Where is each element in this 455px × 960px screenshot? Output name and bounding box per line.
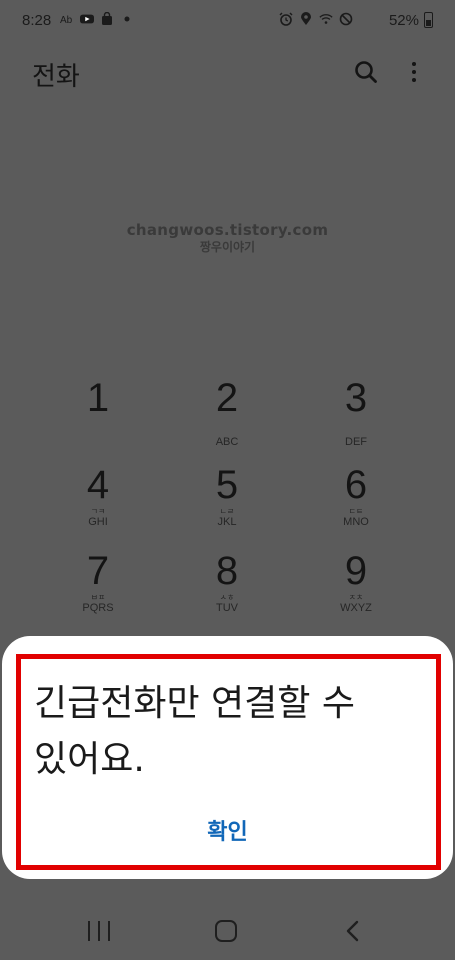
- key-letters: GHI: [88, 516, 108, 528]
- do-not-disturb-icon: [339, 11, 353, 27]
- recents-line: [98, 921, 100, 941]
- key-digit: 5: [215, 463, 239, 507]
- key-korean: ㅂㅍ: [90, 593, 106, 602]
- key-3[interactable]: 3 DEF: [301, 377, 411, 448]
- dialog-message: 긴급전화만 연결할 수 있어요.: [34, 676, 414, 788]
- key-letters: DEF: [345, 436, 367, 448]
- key-digit: 1: [86, 376, 110, 420]
- back-icon[interactable]: [345, 920, 361, 942]
- more-options-icon: [412, 62, 416, 66]
- key-7[interactable]: 7 ㅂㅍ PQRS: [43, 550, 153, 614]
- key-digit: 8: [215, 549, 239, 593]
- page-title: 전화: [32, 62, 80, 92]
- key-9[interactable]: 9 ㅈㅊ WXYZ: [301, 550, 411, 614]
- svg-text:Ab: Ab: [60, 15, 73, 25]
- key-digit: 6: [344, 463, 368, 507]
- home-icon[interactable]: [215, 920, 237, 942]
- key-letters: ABC: [215, 436, 239, 448]
- key-letters: TUV: [216, 602, 238, 614]
- location-icon: [299, 11, 313, 27]
- key-korean: ㄷㅌ: [348, 507, 364, 516]
- key-letters: PQRS: [82, 602, 114, 614]
- watermark-url: changwoos.tistory.com: [126, 221, 329, 239]
- key-digit: 4: [86, 463, 110, 507]
- alarm-icon: [279, 11, 293, 27]
- status-notification-icons: Ab: [60, 11, 134, 27]
- key-6[interactable]: 6 ㄷㅌ MNO: [301, 464, 411, 528]
- wifi-icon: [319, 11, 333, 27]
- key-korean: ㅈㅊ: [348, 593, 364, 602]
- youtube-icon: [80, 11, 94, 27]
- search-button[interactable]: [352, 58, 380, 86]
- recents-icon[interactable]: [88, 921, 110, 941]
- dialog-message-line-1: 긴급전화만 연결할 수: [34, 683, 355, 724]
- key-digit: 9: [344, 549, 368, 593]
- more-options-button[interactable]: [402, 58, 426, 86]
- recents-line: [108, 921, 110, 941]
- key-8[interactable]: 8 ㅅㅎ TUV: [172, 550, 282, 614]
- watermark-name: 짱우이야기: [199, 240, 256, 254]
- dot-icon: [120, 11, 134, 27]
- key-digit: 3: [344, 376, 368, 420]
- navigation-bar: [0, 900, 455, 960]
- status-time: 8:28: [22, 12, 52, 29]
- key-letters: WXYZ: [340, 602, 372, 614]
- battery-percent: 52%: [388, 12, 419, 29]
- app-bar: 전화: [0, 48, 455, 98]
- shopping-bag-icon: [100, 11, 114, 27]
- key-2[interactable]: 2 ABC: [172, 377, 282, 448]
- key-korean: ㄴㄹ: [219, 507, 235, 516]
- emergency-only-dialog: 긴급전화만 연결할 수 있어요. 확인: [2, 636, 453, 879]
- more-options-dot: [412, 78, 416, 82]
- search-icon: [355, 61, 377, 83]
- more-options-dot: [412, 70, 416, 74]
- key-4[interactable]: 4 ㄱㅋ GHI: [43, 464, 153, 528]
- key-1[interactable]: 1: [43, 377, 153, 419]
- key-korean: ㅅㅎ: [219, 593, 235, 602]
- notification-a-icon: Ab: [60, 11, 74, 27]
- key-letters: MNO: [343, 516, 369, 528]
- key-5[interactable]: 5 ㄴㄹ JKL: [172, 464, 282, 528]
- key-korean: ㄱㅋ: [90, 507, 106, 516]
- battery-icon: [424, 12, 433, 28]
- key-letters: JKL: [217, 516, 237, 528]
- key-digit: 7: [86, 549, 110, 593]
- status-bar: 8:28 Ab 52%: [0, 0, 455, 42]
- key-digit: 2: [215, 376, 239, 420]
- status-system-icons: [279, 11, 353, 27]
- confirm-button[interactable]: 확인: [2, 814, 453, 846]
- dialog-message-line-2: 있어요.: [34, 739, 145, 780]
- recents-line: [88, 921, 90, 941]
